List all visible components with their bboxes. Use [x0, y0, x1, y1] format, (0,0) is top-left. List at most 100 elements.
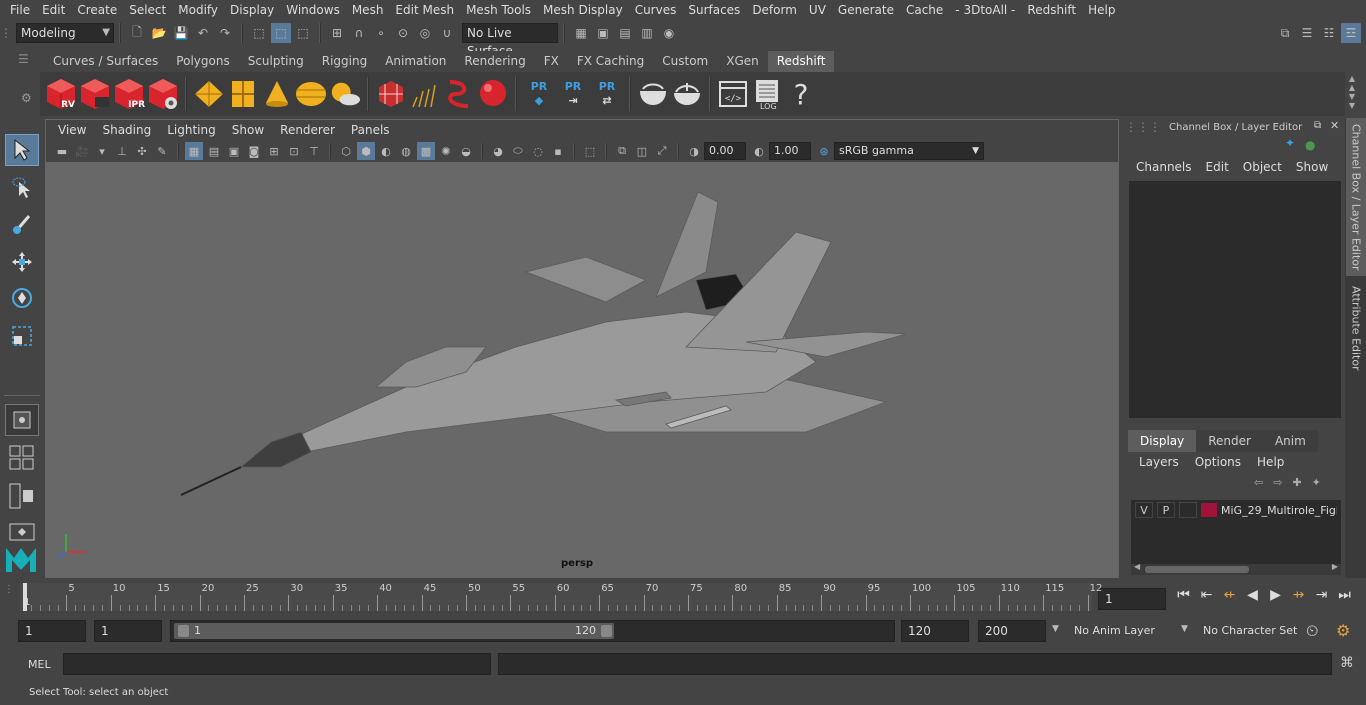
redshift-settings-icon[interactable]: [147, 76, 179, 112]
float-panel-icon[interactable]: ⧉: [1314, 120, 1321, 131]
snap-curve-icon[interactable]: ∩: [349, 23, 369, 43]
viewport-menu-view[interactable]: View: [50, 123, 94, 137]
xray-joints-icon[interactable]: ◫: [633, 142, 651, 160]
redshift-render-view-icon[interactable]: RV: [45, 76, 77, 112]
layer-tab-display[interactable]: Display: [1128, 430, 1197, 452]
tab-channel-box[interactable]: Channel Box / Layer Editor: [1346, 118, 1366, 276]
menu-uv[interactable]: UV: [803, 0, 832, 20]
menu-cache[interactable]: Cache: [900, 0, 949, 20]
redshift-proxy-export-icon[interactable]: PR ◆: [523, 76, 555, 112]
select-tool-icon[interactable]: [5, 134, 39, 166]
camera-select-icon[interactable]: ▬: [53, 142, 71, 160]
layer-tab-anim[interactable]: Anim: [1262, 430, 1318, 452]
menu-select[interactable]: Select: [123, 0, 172, 20]
anim-layer-select[interactable]: No Anim Layer: [1074, 624, 1155, 637]
redshift-ipr-icon[interactable]: IPR: [113, 76, 145, 112]
shelf-tab-custom[interactable]: Custom: [653, 51, 718, 72]
modeling-toolkit-icon[interactable]: ⧉: [1275, 23, 1295, 43]
scroll-left-icon[interactable]: ◀: [1134, 562, 1140, 571]
channel-box-menu-show[interactable]: Show: [1296, 160, 1328, 174]
redshift-hair-icon[interactable]: [409, 76, 441, 112]
snap-point-icon[interactable]: ∘: [371, 23, 391, 43]
live-surface-field[interactable]: No Live Surface: [462, 23, 558, 58]
gate-mask-icon[interactable]: ◙: [245, 142, 263, 160]
select-object-icon[interactable]: ⬚: [271, 23, 291, 43]
paint-select-tool-icon[interactable]: [5, 208, 39, 240]
shelf-tab-xgen[interactable]: XGen: [717, 51, 768, 72]
mode-select[interactable]: Modeling ▼: [16, 23, 114, 43]
shelf-tab-fx-caching[interactable]: FX Caching: [567, 51, 654, 72]
color-management-icon[interactable]: ⊛: [815, 142, 833, 160]
go-to-end-icon[interactable]: ⏭: [1333, 587, 1356, 603]
range-slider-track[interactable]: 1 120: [170, 620, 895, 642]
move-layer-up-icon[interactable]: ⇦: [1254, 476, 1263, 489]
viewport-menu-panels[interactable]: Panels: [343, 123, 398, 137]
mel-input[interactable]: [63, 653, 491, 675]
viewport-menu-lighting[interactable]: Lighting: [159, 123, 224, 137]
redshift-proxy-swap-icon[interactable]: PR ⇄: [591, 76, 623, 112]
select-hierarchy-icon[interactable]: ⬚: [249, 23, 269, 43]
range-end-grip[interactable]: [601, 625, 612, 637]
channel-box-menu-object[interactable]: Object: [1243, 160, 1282, 174]
camera-attributes-icon[interactable]: 🎥: [73, 142, 91, 160]
snap-grid-icon[interactable]: ⊞: [327, 23, 347, 43]
move-layer-down-icon[interactable]: ⇨: [1273, 476, 1282, 489]
redshift-sphere-icon[interactable]: [477, 76, 509, 112]
textured-icon[interactable]: ▩: [417, 142, 435, 160]
menu-surfaces[interactable]: Surfaces: [682, 0, 746, 20]
resolution-gate-icon[interactable]: ▣: [225, 142, 243, 160]
layer-horizontal-scrollbar[interactable]: ◀ ▶: [1131, 562, 1341, 575]
four-view-layout-icon[interactable]: [5, 442, 39, 474]
menu-curves[interactable]: Curves: [629, 0, 683, 20]
two-d-pan-icon[interactable]: ✣: [133, 142, 151, 160]
menu-help[interactable]: Help: [1082, 0, 1121, 20]
layer-menu-options[interactable]: Options: [1195, 455, 1241, 469]
menu-deform[interactable]: Deform: [746, 0, 803, 20]
anti-aliasing-icon[interactable]: ◌: [529, 142, 547, 160]
menu-edit[interactable]: Edit: [36, 0, 71, 20]
menu-create[interactable]: Create: [71, 0, 123, 20]
menu-mesh-tools[interactable]: Mesh Tools: [460, 0, 537, 20]
shadows-icon[interactable]: ◒: [457, 142, 475, 160]
isolate-select-icon[interactable]: ⬚: [581, 142, 599, 160]
layer-visibility-toggle[interactable]: V: [1135, 502, 1153, 518]
close-panel-icon[interactable]: ✕: [1330, 119, 1339, 132]
3d-scene[interactable]: persp: [46, 162, 1118, 577]
layer-playback-toggle[interactable]: P: [1157, 502, 1175, 518]
viewport-menu-show[interactable]: Show: [224, 123, 272, 137]
xray-components-icon[interactable]: ⤢: [653, 142, 671, 160]
viewport-menu-renderer[interactable]: Renderer: [272, 123, 343, 137]
exposure-field[interactable]: 0.00: [704, 142, 746, 160]
step-back-frame-icon[interactable]: ⇷: [1218, 587, 1241, 603]
play-backwards-icon[interactable]: ◀: [1241, 587, 1264, 603]
shelf-scroll-arrows[interactable]: ▲ ▲ ▼ ▼: [1346, 74, 1358, 114]
scene-end-field[interactable]: 200: [978, 620, 1046, 642]
field-chart-icon[interactable]: ⊞: [265, 142, 283, 160]
xray-icon[interactable]: ⧉: [613, 142, 631, 160]
menu-3dtoall[interactable]: - 3DtoAll -: [949, 0, 1021, 20]
menu-display[interactable]: Display: [224, 0, 280, 20]
shelf-tab-rigging[interactable]: Rigging: [312, 51, 377, 72]
playback-end-field[interactable]: 120: [901, 620, 969, 642]
open-scene-icon[interactable]: 📂: [149, 23, 169, 43]
shelf-tab-rendering[interactable]: Rendering: [455, 51, 535, 72]
redshift-rect-light-icon[interactable]: [193, 76, 225, 112]
rotate-tool-icon[interactable]: [5, 282, 39, 314]
channel-box-icon[interactable]: ☲: [1341, 23, 1361, 43]
redshift-volume-icon[interactable]: [375, 76, 407, 112]
menu-modify[interactable]: Modify: [172, 0, 224, 20]
layer-menu-layers[interactable]: Layers: [1139, 455, 1179, 469]
redshift-material-bowl-icon[interactable]: [637, 76, 669, 112]
scale-tool-icon[interactable]: [5, 320, 39, 352]
film-gate-icon[interactable]: ▤: [205, 142, 223, 160]
redshift-dome-light-icon[interactable]: [295, 76, 327, 112]
menu-file[interactable]: File: [4, 0, 36, 20]
character-set-select[interactable]: No Character Set: [1203, 624, 1297, 637]
redshift-portal-light-icon[interactable]: [227, 76, 259, 112]
tool-settings-icon[interactable]: ☷: [1319, 23, 1339, 43]
snap-surface-icon[interactable]: ◎: [415, 23, 435, 43]
redshift-help-icon[interactable]: ?: [785, 76, 817, 112]
shelf-tab-animation[interactable]: Animation: [376, 51, 456, 72]
step-forward-frame-icon[interactable]: ⇸: [1287, 587, 1310, 603]
menu-mesh[interactable]: Mesh: [346, 0, 390, 20]
